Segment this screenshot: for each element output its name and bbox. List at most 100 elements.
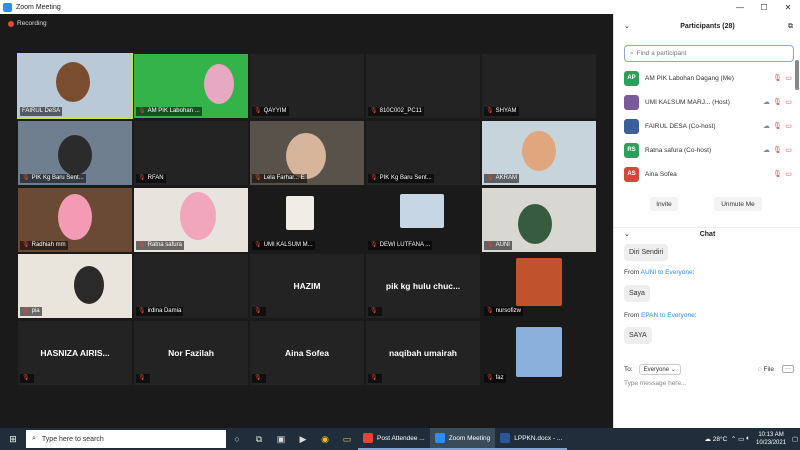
participant-row[interactable]: RS Ratna safura (Co-host) ☁ 🎙︎ ▭ <box>624 141 794 159</box>
video-tile[interactable]: HASNIZA AIRIS... 🎙︎ <box>18 321 132 385</box>
clock[interactable]: 10:13 AM 10/23/2021 <box>756 431 786 447</box>
video-tile[interactable]: 🎙︎ RFAN <box>134 121 248 185</box>
tile-caption: 🎙︎ DEWI LUTFANA ... <box>368 241 433 250</box>
maximize-button[interactable]: ☐ <box>752 0 776 14</box>
video-tile[interactable]: Aina Sofea 🎙︎ <box>250 321 364 385</box>
video-tile[interactable]: 🎙︎ UMI KALSUM M... <box>250 188 364 252</box>
windows-start-icon[interactable]: ⊞ <box>0 428 26 450</box>
participant-search-input[interactable]: ⌕ Find a participant <box>624 45 794 62</box>
video-tile[interactable]: pik kg hulu chuc... 🎙︎ <box>366 254 480 318</box>
participant-row[interactable]: UMI KALSUM MARJ... (Host) ☁ 🎙︎ ▭ <box>624 93 794 111</box>
participant-video <box>58 135 92 175</box>
volume-icon[interactable]: 🔈︎ <box>746 435 750 443</box>
tray-chevron-icon[interactable]: ⌃ <box>727 435 738 443</box>
participants-scrollbar[interactable] <box>795 60 799 90</box>
notifications-icon[interactable]: ▢ <box>792 435 800 443</box>
video-off-icon: ▭ <box>785 171 792 178</box>
video-tile[interactable]: 🎙︎ faz <box>482 321 596 385</box>
tile-caption: 🎙︎ nursofizw <box>484 307 523 316</box>
recipient-select[interactable]: Everyone ⌄ <box>638 363 681 375</box>
network-icon[interactable]: ▭ <box>738 435 746 443</box>
close-button[interactable]: ✕ <box>776 0 800 14</box>
invite-button[interactable]: Invite <box>650 197 678 211</box>
participant-name: Ratna safura (Co-host) <box>645 146 712 154</box>
video-tile[interactable]: 🎙︎ Radhiah mm <box>18 188 132 252</box>
chat-message: Saya <box>624 285 650 302</box>
video-tile[interactable]: 🎙︎ Lela Farhar... E <box>250 121 364 185</box>
participant-video <box>74 266 104 304</box>
collapse-participants-icon[interactable]: ⌄ <box>624 20 630 34</box>
video-tile[interactable]: 🎙︎ AKRAM <box>482 121 596 185</box>
video-tile[interactable]: 🎙︎ PIK Kg Baru Sent... <box>366 121 480 185</box>
tile-label: AKRAM <box>495 175 517 181</box>
video-off-icon: ▭ <box>785 75 792 82</box>
muted-mic-icon: 🎙︎ <box>254 242 262 248</box>
participant-row[interactable]: AS Aina Sofea 🎙︎ ▭ <box>624 165 794 183</box>
tile-label: AUNI <box>495 242 510 248</box>
tile-caption: FAIRUL DeSA <box>20 107 63 116</box>
weather-temp[interactable]: 28°C <box>713 436 728 443</box>
tile-label: PIK Kg Baru Sent... <box>379 175 432 181</box>
video-tile[interactable]: 🎙︎ PIK Kg Baru Sent... <box>18 121 132 185</box>
participant-search-placeholder: Find a participant <box>636 50 687 57</box>
video-tile[interactable]: 🎙︎ Ratna safura <box>134 188 248 252</box>
video-tile[interactable]: 🎙︎ 810C002_PC11 <box>366 54 480 118</box>
participant-video <box>286 133 326 179</box>
collapse-chat-icon[interactable]: ⌄ <box>624 228 630 242</box>
participant-row[interactable]: AP AM PIK Labohan Dagang (Me) 🎙︎ ▭ <box>624 69 794 87</box>
tile-display-name: Aina Sofea <box>285 348 329 358</box>
video-tile[interactable]: 🎙︎ DEWI LUTFANA ... <box>366 188 480 252</box>
taskbar-app[interactable]: Zoom Meeting <box>429 428 496 450</box>
video-tile[interactable]: 🎙︎ QAYYIM <box>250 54 364 118</box>
video-tile[interactable]: FAIRUL DeSA <box>17 53 133 119</box>
video-tile[interactable]: 🎙︎ AUNI <box>482 188 596 252</box>
muted-mic-icon: 🎙︎ <box>254 308 262 314</box>
video-tile[interactable]: naqibah umairah 🎙︎ <box>366 321 480 385</box>
video-tile[interactable]: HAZIM 🎙︎ <box>250 254 364 318</box>
recording-indicator[interactable]: Recording <box>8 20 47 27</box>
store-icon[interactable]: ▣ <box>270 428 292 450</box>
taskbar-app[interactable]: LPPKN.docx - ... <box>495 428 568 450</box>
chat-message-input[interactable]: Type message here... <box>624 380 687 387</box>
media-icon[interactable]: ▶ <box>292 428 314 450</box>
taskbar-app[interactable]: Post Attendee ... <box>358 428 430 450</box>
system-tray: ☁ 28°C ⌃ ▭ 🔈︎ 10:13 AM 10/23/2021 ▢ <box>704 428 800 450</box>
participants-title: Participants (28) <box>680 23 735 30</box>
taskbar-app-label: LPPKN.docx - ... <box>514 434 563 442</box>
popout-icon[interactable]: ⧉ <box>788 20 793 34</box>
taskbar-app-label: Zoom Meeting <box>448 434 491 442</box>
video-tile[interactable]: 🎙︎ AM PIK Labohan ... <box>134 54 248 118</box>
unmute-me-button[interactable]: Unmute Me <box>714 197 762 211</box>
task-view-icon[interactable]: ⧉ <box>248 428 270 450</box>
muted-mic-icon: 🎙︎ <box>486 242 494 248</box>
cloud-recording-icon: ☁ <box>763 99 770 106</box>
chat-title: Chat <box>699 231 716 238</box>
participants-header: ⌄ Participants (28) ⧉ <box>614 20 800 34</box>
video-tile[interactable]: Nor Fazilah 🎙︎ <box>134 321 248 385</box>
file-explorer-icon[interactable]: ▭ <box>336 428 358 450</box>
tile-label: AM PIK Labohan ... <box>147 108 200 114</box>
tile-caption: 🎙︎ RFAN <box>136 174 166 183</box>
window-title: Zoom Meeting <box>16 3 61 11</box>
video-tile[interactable]: 🎙︎ irdina Damia <box>134 254 248 318</box>
video-tile[interactable]: 🎙︎ SHYAM <box>482 54 596 118</box>
weather-icon[interactable]: ☁ <box>704 435 712 443</box>
video-tile[interactable]: 🎙︎ nursofizw <box>482 254 596 318</box>
taskbar-search-input[interactable]: ⌕ Type here to search <box>26 430 226 448</box>
cloud-recording-icon: ☁ <box>763 147 770 154</box>
to-label: To: <box>624 365 633 373</box>
participant-video <box>56 62 90 102</box>
more-options-button[interactable]: ··· <box>782 365 794 373</box>
chrome-icon[interactable]: ◉ <box>314 428 336 450</box>
file-button[interactable]: ◌ File <box>758 366 774 373</box>
video-off-icon: ▭ <box>785 123 792 130</box>
participant-video <box>518 204 552 244</box>
muted-mic-icon: 🎙︎ <box>370 375 378 381</box>
avatar: RS <box>624 142 639 158</box>
tile-label: FAIRUL DeSA <box>22 108 61 114</box>
participant-row[interactable]: FAIRUL DESA (Co-host) ☁ 🎙︎ ▭ <box>624 117 794 135</box>
mic-icon: 🎙︎ <box>773 99 782 106</box>
cortana-icon[interactable]: ○ <box>226 428 248 450</box>
minimize-button[interactable]: — <box>728 0 752 14</box>
video-tile[interactable]: 🎙︎ pia <box>18 254 132 318</box>
